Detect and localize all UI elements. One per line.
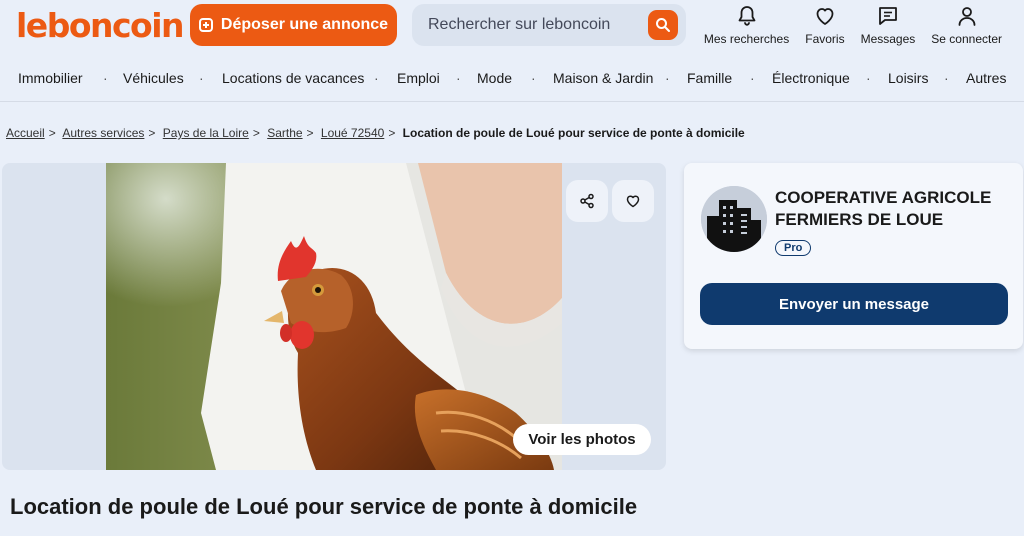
plus-icon [198,18,213,32]
category-emploi[interactable]: Emploi [397,70,440,86]
post-ad-label: Déposer une annonce [220,16,389,33]
nav-label: Favoris [805,32,845,46]
breadcrumb-separator: > [388,126,396,140]
category-separator: · [944,70,949,86]
site-logo[interactable]: leboncoin [16,6,185,45]
category-famille[interactable]: Famille [687,70,732,86]
see-photos-button[interactable]: Voir les photos [513,424,651,455]
site-header: leboncoin Déposer une annonce Mes recher… [0,0,1024,102]
breadcrumb-separator: > [306,126,314,140]
breadcrumb-link[interactable]: Loué 72540 [321,126,384,140]
seller-name[interactable]: COOPERATIVE AGRICOLE FERMIERS DE LOUE [775,187,1010,231]
share-icon [580,193,594,209]
category-separator: · [456,70,461,86]
breadcrumb-link[interactable]: Pays de la Loire [163,126,249,140]
breadcrumb-separator: > [252,126,260,140]
category-nav: Immobilier · Véhicules · Locations de va… [0,68,1024,88]
category-separator: · [374,70,379,86]
category-separator: · [866,70,871,86]
user-icon [958,7,976,26]
search-icon [656,18,670,32]
building-icon [701,186,767,252]
heart-icon [816,8,834,25]
header-nav: Mes recherches Favoris Messages Se conne… [696,4,1010,46]
breadcrumb-link[interactable]: Sarthe [267,126,302,140]
nav-messages[interactable]: Messages [853,4,924,46]
seller-avatar[interactable] [701,186,767,252]
share-button[interactable] [566,180,608,222]
chicken-photo [106,163,562,470]
category-autres[interactable]: Autres [966,70,1006,86]
breadcrumb: Accueil > Autres services > Pays de la Loi… [6,126,745,140]
category-locations-vacances[interactable]: Locations de vacances [222,70,364,86]
category-separator: · [103,70,108,86]
heart-icon [626,195,640,208]
category-separator: · [665,70,670,86]
ad-title: Location de poule de Loué pour service d… [10,494,638,519]
bell-icon [738,6,755,26]
category-vehicules[interactable]: Véhicules [123,70,184,86]
nav-label: Se connecter [931,32,1002,46]
category-electronique[interactable]: Électronique [772,70,850,86]
seller-card: COOPERATIVE AGRICOLE FERMIERS DE LOUE Pr… [684,163,1023,349]
category-loisirs[interactable]: Loisirs [888,70,928,86]
category-immobilier[interactable]: Immobilier [18,70,83,86]
send-message-button[interactable]: Envoyer un message [700,283,1008,325]
nav-label: Messages [860,32,916,46]
post-ad-button[interactable]: Déposer une annonce [190,4,397,46]
nav-favorites[interactable]: Favoris [797,4,852,46]
breadcrumb-separator: > [148,126,156,140]
category-maison-jardin[interactable]: Maison & Jardin [553,70,653,86]
search-button[interactable] [648,10,678,40]
category-separator: · [199,70,204,86]
breadcrumb-current: Location de poule de Loué pour service d… [402,126,745,140]
nav-saved-searches[interactable]: Mes recherches [696,4,797,46]
search-input[interactable] [428,16,638,34]
nav-label: Mes recherches [703,32,790,46]
breadcrumb-link[interactable]: Accueil [6,126,45,140]
breadcrumb-separator: > [48,126,56,140]
category-mode[interactable]: Mode [477,70,512,86]
search-bar [412,4,686,46]
nav-login[interactable]: Se connecter [923,4,1010,46]
favorite-button[interactable] [612,180,654,222]
category-separator: · [531,70,536,86]
ad-photo[interactable] [106,163,562,470]
message-icon [879,7,897,25]
photo-gallery: Voir les photos [2,163,666,470]
breadcrumb-link[interactable]: Autres services [62,126,144,140]
pro-badge: Pro [775,240,812,256]
category-separator: · [750,70,755,86]
